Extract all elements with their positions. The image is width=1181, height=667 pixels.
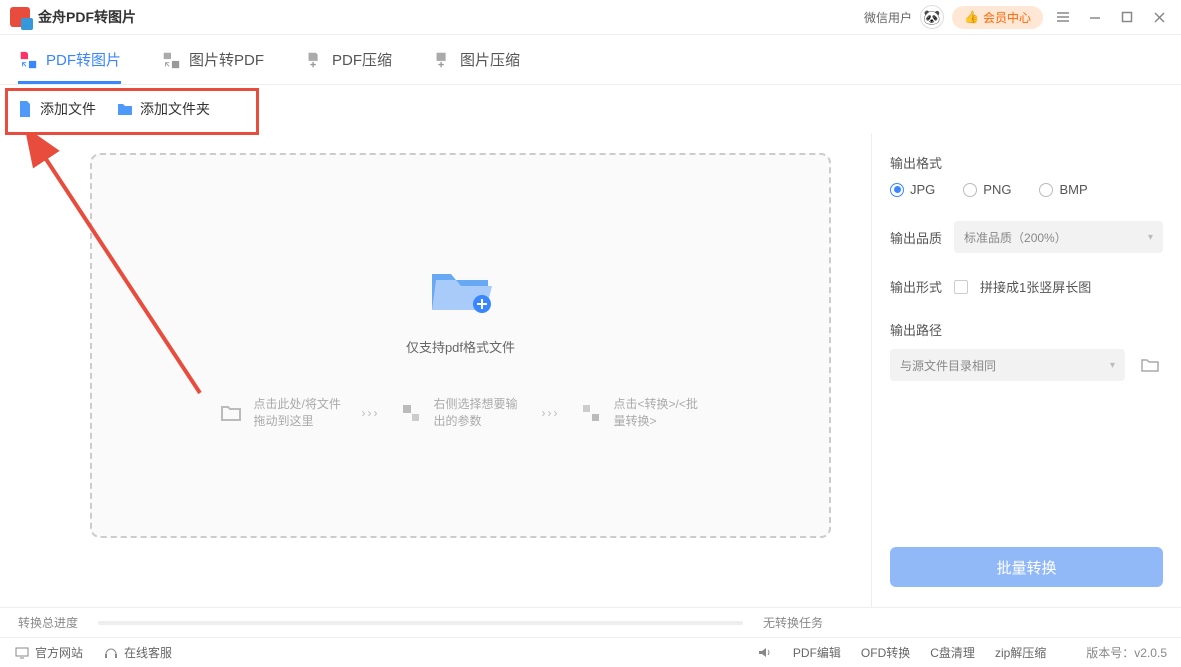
quality-select[interactable]: 标准品质（200%） bbox=[954, 221, 1163, 253]
output-format-label: 输出格式 bbox=[890, 153, 1163, 172]
tab-image-to-pdf[interactable]: 图片转PDF bbox=[161, 35, 264, 84]
step-3-text: 点击<转换>/<批量转换> bbox=[614, 396, 704, 430]
settings-icon bbox=[398, 400, 424, 426]
tab-label: 图片转PDF bbox=[189, 49, 264, 70]
minimize-icon[interactable] bbox=[1083, 5, 1107, 29]
output-form-label: 输出形式 bbox=[890, 277, 942, 296]
folder-plus-icon bbox=[426, 262, 496, 317]
drop-support-text: 仅支持pdf格式文件 bbox=[406, 337, 515, 356]
tab-label: PDF转图片 bbox=[46, 49, 121, 70]
radio-jpg[interactable]: JPG bbox=[890, 182, 935, 197]
stitch-checkbox[interactable] bbox=[954, 280, 968, 294]
maximize-icon[interactable] bbox=[1115, 5, 1139, 29]
add-folder-label: 添加文件夹 bbox=[140, 99, 210, 119]
footer-link-pdf-edit[interactable]: PDF编辑 bbox=[793, 644, 841, 661]
add-file-label: 添加文件 bbox=[40, 99, 96, 119]
headset-icon bbox=[103, 645, 119, 661]
image-compress-icon bbox=[432, 50, 452, 70]
steps-row: 点击此处/将文件拖动到这里 ››› 右侧选择想要输出的参数 ››› 点击<转换>… bbox=[218, 396, 704, 430]
speaker-icon bbox=[757, 644, 773, 660]
main-tabs: PDF转图片 图片转PDF PDF压缩 图片压缩 bbox=[0, 35, 1181, 85]
drop-zone[interactable]: 仅支持pdf格式文件 点击此处/将文件拖动到这里 ››› 右侧选择想要输出的参数… bbox=[90, 153, 831, 538]
pdf-compress-icon bbox=[304, 50, 324, 70]
output-quality-label: 输出品质 bbox=[890, 228, 942, 247]
vip-label: 会员中心 bbox=[983, 9, 1031, 26]
progress-status: 无转换任务 bbox=[763, 614, 823, 631]
output-path-label: 输出路径 bbox=[890, 320, 1163, 339]
tab-pdf-to-image[interactable]: PDF转图片 bbox=[18, 35, 121, 84]
progress-bar-row: 转换总进度 无转换任务 bbox=[0, 607, 1181, 637]
thumbs-up-icon: 👍 bbox=[964, 10, 979, 24]
tab-image-compress[interactable]: 图片压缩 bbox=[432, 35, 520, 84]
titlebar: 金舟PDF转图片 微信用户 🐼 👍 会员中心 bbox=[0, 0, 1181, 35]
app-logo-icon bbox=[10, 7, 30, 27]
user-avatar[interactable]: 🐼 bbox=[920, 5, 944, 29]
step-2-text: 右侧选择想要输出的参数 bbox=[434, 396, 524, 430]
image-to-pdf-icon bbox=[161, 50, 181, 70]
menu-icon[interactable] bbox=[1051, 5, 1075, 29]
stitch-label: 拼接成1张竖屏长图 bbox=[980, 277, 1091, 296]
path-select[interactable]: 与源文件目录相同 bbox=[890, 349, 1125, 381]
folder-open-icon bbox=[218, 400, 244, 426]
online-service-link[interactable]: 在线客服 bbox=[103, 644, 172, 661]
browse-folder-button[interactable] bbox=[1137, 352, 1163, 378]
pdf-to-image-icon bbox=[18, 50, 38, 70]
batch-convert-button[interactable]: 批量转换 bbox=[890, 547, 1163, 587]
right-panel: 输出格式 JPG PNG BMP 输出品质 标准品质（200%） 输出形式 拼接… bbox=[871, 133, 1181, 607]
step-1-text: 点击此处/将文件拖动到这里 bbox=[254, 396, 344, 430]
progress-label: 转换总进度 bbox=[18, 614, 78, 631]
official-site-link[interactable]: 官方网站 bbox=[14, 644, 83, 661]
step-2: 右侧选择想要输出的参数 bbox=[398, 396, 524, 430]
convert-icon bbox=[578, 400, 604, 426]
version-label: 版本号：v2.0.5 bbox=[1086, 644, 1167, 661]
folder-icon bbox=[116, 100, 134, 118]
tab-pdf-compress[interactable]: PDF压缩 bbox=[304, 35, 392, 84]
tab-label: PDF压缩 bbox=[332, 49, 392, 70]
add-folder-button[interactable]: 添加文件夹 bbox=[116, 99, 210, 119]
wechat-user-label: 微信用户 bbox=[864, 9, 912, 26]
step-1: 点击此处/将文件拖动到这里 bbox=[218, 396, 344, 430]
progress-track bbox=[98, 621, 743, 625]
radio-png[interactable]: PNG bbox=[963, 182, 1011, 197]
step-3: 点击<转换>/<批量转换> bbox=[578, 396, 704, 430]
app-title: 金舟PDF转图片 bbox=[38, 7, 136, 27]
footer-link-ofd[interactable]: OFD转换 bbox=[861, 644, 910, 661]
footer-link-zip[interactable]: zip解压缩 bbox=[995, 644, 1046, 661]
footer: 官方网站 在线客服 PDF编辑 OFD转换 C盘清理 zip解压缩 版本号：v2… bbox=[0, 637, 1181, 667]
dots-icon: ››› bbox=[542, 406, 560, 420]
add-file-button[interactable]: 添加文件 bbox=[16, 99, 96, 119]
close-icon[interactable] bbox=[1147, 5, 1171, 29]
vip-center-button[interactable]: 👍 会员中心 bbox=[952, 6, 1043, 29]
tab-label: 图片压缩 bbox=[460, 49, 520, 70]
monitor-icon bbox=[14, 645, 30, 661]
file-icon bbox=[16, 100, 34, 118]
footer-link-cdisk[interactable]: C盘清理 bbox=[930, 644, 975, 661]
add-buttons-row: 添加文件 添加文件夹 bbox=[0, 85, 1181, 133]
dots-icon: ››› bbox=[362, 406, 380, 420]
radio-bmp[interactable]: BMP bbox=[1039, 182, 1087, 197]
